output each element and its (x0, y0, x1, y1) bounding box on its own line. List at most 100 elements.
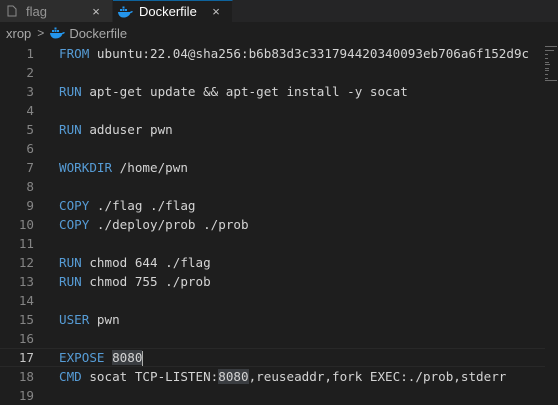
code-line[interactable]: 6 (0, 139, 545, 158)
keyword: RUN (59, 274, 82, 289)
code-line[interactable]: 16 (0, 329, 545, 348)
docker-whale-icon (49, 27, 66, 39)
line-number: 10 (18, 217, 34, 232)
keyword: EXPOSE (59, 349, 105, 365)
code-line[interactable]: 1 FROM ubuntu:22.04@sha256:b6b83d3c331794… (0, 44, 545, 63)
code-rest: ./flag ./flag (89, 198, 196, 213)
text-cursor (142, 350, 144, 366)
keyword: COPY (59, 217, 90, 232)
file-text-icon (4, 4, 20, 18)
code-line[interactable]: 4 (0, 101, 545, 120)
line-number: 11 (18, 236, 34, 251)
tab-flag[interactable]: flag × (0, 0, 113, 22)
code-line[interactable]: 14 (0, 291, 545, 310)
keyword: COPY (59, 198, 90, 213)
code-text: CMD socat TCP-LISTEN:8080,reuseaddr,fork… (59, 369, 506, 384)
close-icon[interactable]: × (208, 4, 224, 19)
breadcrumb-file[interactable]: Dockerfile (69, 26, 127, 41)
code-line[interactable]: 15 USER pwn (0, 310, 545, 329)
code-text: RUN adduser pwn (59, 122, 173, 137)
code-rest: ubuntu:22.04@sha256:b6b83d3c331794420340… (89, 46, 530, 61)
minimap-line (545, 74, 548, 75)
selection-highlight: 8080 (218, 369, 249, 384)
minimap-line (545, 64, 550, 65)
code-rest: ,reuseaddr,fork EXEC:./prob,stderr (248, 369, 507, 384)
line-number: 17 (18, 350, 34, 365)
code-text: RUN chmod 755 ./prob (59, 274, 211, 289)
line-number: 7 (26, 160, 34, 175)
keyword: WORKDIR (59, 160, 113, 175)
code-rest: /home/pwn (112, 160, 188, 175)
keyword: FROM (59, 46, 90, 61)
code-line[interactable]: 5 RUN adduser pwn (0, 120, 545, 139)
code-rest (105, 350, 113, 365)
code-rest: chmod 644 ./flag (81, 255, 211, 270)
code-line[interactable]: 3 RUN apt-get update && apt-get install -… (0, 82, 545, 101)
minimap-line (545, 46, 557, 47)
code-line[interactable]: 18 CMD socat TCP-LISTEN:8080,reuseaddr,fo… (0, 367, 545, 386)
code-text: FROM ubuntu:22.04@sha256:b6b83d3c3317944… (59, 46, 529, 61)
minimap-line (545, 68, 549, 69)
minimap-line (545, 58, 548, 59)
code-text: COPY ./deploy/prob ./prob (59, 217, 249, 232)
code-rest: ./deploy/prob ./prob (89, 217, 249, 232)
code-line[interactable]: 9 COPY ./flag ./flag (0, 196, 545, 215)
code-editor[interactable]: 1 FROM ubuntu:22.04@sha256:b6b83d3c331794… (0, 44, 558, 405)
line-number: 4 (26, 103, 34, 118)
code-line[interactable]: 8 (0, 177, 545, 196)
keyword: RUN (59, 84, 82, 99)
code-text: WORKDIR /home/pwn (59, 160, 188, 175)
keyword: RUN (59, 255, 82, 270)
keyword: USER (59, 312, 90, 327)
line-number: 6 (26, 141, 34, 156)
line-number: 1 (26, 46, 34, 61)
line-number: 15 (18, 312, 34, 327)
code-line[interactable]: 10 COPY ./deploy/prob ./prob (0, 215, 545, 234)
code-line[interactable]: 19 (0, 386, 545, 405)
tab-label: Dockerfile (139, 4, 197, 19)
code-line[interactable]: 2 (0, 63, 545, 82)
minimap-line (545, 78, 548, 79)
code-rest: socat TCP-LISTEN: (81, 369, 219, 384)
code-line[interactable]: 17 EXPOSE 8080 (0, 348, 545, 367)
selection-highlight: 8080 (112, 349, 143, 365)
code-line[interactable]: 7 WORKDIR /home/pwn (0, 158, 545, 177)
code-text: RUN chmod 644 ./flag (59, 255, 211, 270)
code-text: RUN apt-get update && apt-get install -y… (59, 84, 408, 99)
minimap-line (545, 80, 557, 81)
minimap-line (545, 50, 554, 51)
minimap-line (545, 54, 548, 55)
tab-bar: flag × Dockerfile × (0, 0, 558, 22)
keyword: CMD (59, 369, 82, 384)
line-number: 5 (26, 122, 34, 137)
tab-label: flag (26, 3, 47, 19)
code-line[interactable]: 12 RUN chmod 644 ./flag (0, 253, 545, 272)
minimap[interactable] (545, 44, 558, 405)
line-number: 12 (18, 255, 34, 270)
line-number: 9 (26, 198, 34, 213)
minimap-line (545, 62, 549, 63)
line-number: 13 (18, 274, 34, 289)
code-text: USER pwn (59, 312, 120, 327)
line-number: 8 (26, 179, 34, 194)
line-number: 19 (18, 388, 34, 403)
code-line[interactable]: 11 (0, 234, 545, 253)
tab-dockerfile[interactable]: Dockerfile × (113, 0, 233, 22)
line-number: 3 (26, 84, 34, 99)
breadcrumb: xrop > Dockerfile (0, 22, 558, 44)
code-text: EXPOSE 8080 (59, 349, 144, 366)
chevron-right-icon: > (37, 26, 45, 40)
docker-whale-icon (117, 5, 133, 19)
line-number: 14 (18, 293, 34, 308)
line-number: 18 (18, 369, 34, 384)
code-rest: pwn (89, 312, 120, 327)
close-icon[interactable]: × (88, 4, 104, 19)
code-rest: adduser pwn (81, 122, 173, 137)
code-line[interactable]: 13 RUN chmod 755 ./prob (0, 272, 545, 291)
line-number: 16 (18, 331, 34, 346)
line-number: 2 (26, 65, 34, 80)
code-rest: chmod 755 ./prob (81, 274, 211, 289)
code-text: COPY ./flag ./flag (59, 198, 196, 213)
minimap-line (545, 70, 549, 71)
breadcrumb-folder[interactable]: xrop (6, 26, 31, 41)
